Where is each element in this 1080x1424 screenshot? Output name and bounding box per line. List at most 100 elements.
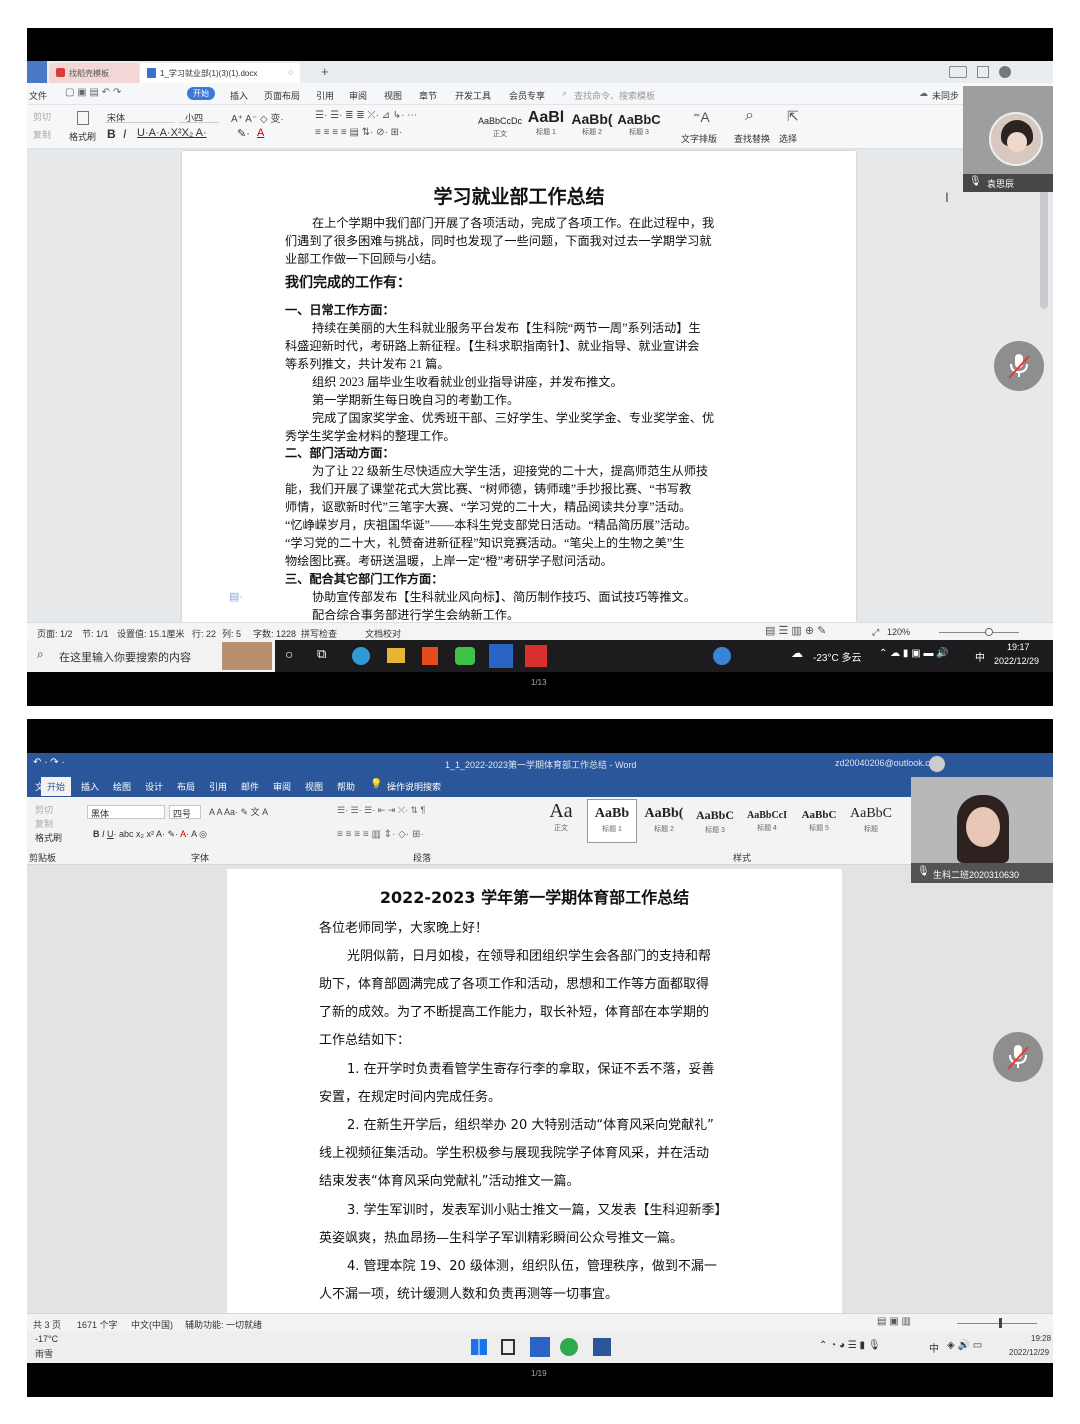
cursor-select-icon[interactable]: ⇱ bbox=[787, 108, 799, 125]
wechat-icon[interactable] bbox=[455, 647, 475, 665]
view-mode-icons[interactable]: ▤ ☰ ▥ ⊕ ✎ bbox=[765, 624, 826, 637]
format-painter-button[interactable]: 格式刷 bbox=[35, 831, 62, 844]
tab-design[interactable]: 设计 bbox=[145, 780, 163, 793]
chrome-icon[interactable] bbox=[560, 1338, 578, 1356]
new-tab-button[interactable]: + bbox=[321, 64, 329, 79]
tray-icons[interactable]: ⌃ ☁ ▮ ▣ ▬ 🔊 bbox=[879, 648, 949, 659]
tab-references[interactable]: 引用 bbox=[209, 780, 227, 793]
layout-icon[interactable] bbox=[949, 66, 967, 78]
tab-help[interactable]: 帮助 bbox=[337, 780, 355, 793]
tab-template[interactable]: 找稻壳模板 bbox=[49, 63, 139, 83]
font-format-icons[interactable]: B I U· abc x₂ x² A· ✎· A· A ◎ bbox=[93, 829, 207, 840]
menu-home[interactable]: 开始 bbox=[187, 87, 215, 100]
microphone-button[interactable] bbox=[993, 1032, 1043, 1082]
cortana-icon[interactable]: ○ bbox=[285, 646, 293, 662]
font-grow-icons[interactable]: A A Aa· ✎ 文 A bbox=[209, 805, 268, 818]
grid-icon[interactable] bbox=[977, 66, 989, 78]
select-button[interactable]: 选择 bbox=[779, 132, 797, 145]
style-normal[interactable]: AaBbCcDc 正文 bbox=[477, 107, 523, 147]
style-normal[interactable]: Aa 正文 bbox=[537, 799, 585, 843]
close-icon[interactable]: ○ bbox=[288, 67, 293, 77]
fit-icon[interactable]: ⤢ bbox=[872, 627, 879, 638]
tab-draw[interactable]: 绘图 bbox=[113, 780, 131, 793]
status-pages[interactable]: 共 3 页 bbox=[33, 1318, 61, 1331]
document-page[interactable]: 2022-2023 学年第一学期体育部工作总结 各位老师同学，大家晚上好！ 光阴… bbox=[227, 869, 842, 1313]
text-layout-button[interactable]: 文字排版 bbox=[681, 132, 717, 145]
ime-indicator[interactable]: 中 bbox=[929, 1340, 939, 1355]
menu-insert[interactable]: 插入 bbox=[230, 89, 248, 102]
menu-member[interactable]: 会员专享 bbox=[509, 89, 545, 102]
style-heading-2[interactable]: AaBb( 标题 2 bbox=[569, 107, 615, 147]
proofread-button[interactable]: 文档校对 bbox=[365, 627, 401, 640]
text-layout-icon[interactable]: ⁼A bbox=[693, 109, 710, 126]
weather-temp[interactable]: -17°C bbox=[35, 1334, 58, 1344]
tab-mailings[interactable]: 邮件 bbox=[241, 780, 259, 793]
clock-date[interactable]: 2022/12/29 bbox=[994, 656, 1039, 666]
clock-date[interactable]: 2022/12/29 bbox=[1009, 1348, 1049, 1357]
status-page[interactable]: 页面: 1/2 bbox=[37, 627, 73, 640]
vertical-scrollbar[interactable] bbox=[1040, 189, 1048, 309]
account-avatar[interactable] bbox=[929, 756, 945, 772]
document-page[interactable]: 学习就业部工作总结 在上个学期中我们部门开展了各项活动，完成了各项工作。在此过程… bbox=[182, 151, 856, 622]
ime-indicator[interactable]: 中 bbox=[975, 649, 985, 664]
zoom-slider-thumb[interactable] bbox=[999, 1318, 1002, 1328]
tab-insert[interactable]: 插入 bbox=[81, 780, 99, 793]
style-heading-1[interactable]: AaBl 标题 1 bbox=[523, 107, 569, 147]
align-icons[interactable]: ≡ ≡ ≡ ≡ ▤ ⇅· ⊘· ⊞· bbox=[315, 127, 402, 138]
avatar-icon[interactable] bbox=[999, 66, 1011, 78]
style-heading-2[interactable]: AaBb( 标题 2 bbox=[639, 799, 689, 843]
spell-check-button[interactable]: 拼写检查 bbox=[301, 627, 337, 640]
list-icons[interactable]: ☰· ☰· ≣ ≣ ⤫· ⊿ ↳· ⋯ bbox=[315, 110, 417, 121]
tell-me-search[interactable]: 操作说明搜索 bbox=[387, 780, 441, 793]
copy-button[interactable]: 复制 bbox=[35, 817, 53, 830]
font-size-select[interactable]: 四号 bbox=[169, 805, 201, 819]
font-name-select[interactable]: 宋体 bbox=[105, 110, 175, 123]
menu-developer[interactable]: 开发工具 bbox=[455, 89, 491, 102]
tab-document[interactable]: 1_学习就业部(1)(3)(1).docx ○ bbox=[140, 63, 300, 83]
tab-layout[interactable]: 布局 bbox=[177, 780, 195, 793]
quick-access-icons[interactable]: ▢ ▣ ▤ ↶ ↷ bbox=[65, 87, 121, 98]
network-sound-icons[interactable]: ◈ 🔊 ▭ bbox=[947, 1340, 982, 1351]
windows-start-icon[interactable] bbox=[471, 1339, 487, 1355]
tab-view[interactable]: 视图 bbox=[305, 780, 323, 793]
style-heading-5[interactable]: AaBbC 标题 5 bbox=[795, 799, 843, 843]
underline-icon[interactable]: U·A·A·X²X₂ A· bbox=[137, 127, 207, 139]
zoom-slider[interactable] bbox=[957, 1323, 1037, 1324]
cut-button[interactable]: 剪切 bbox=[35, 803, 53, 816]
format-brush-button[interactable]: 格式刷 bbox=[69, 130, 96, 143]
style-heading-1[interactable]: AaBb 标题 1 bbox=[587, 799, 637, 843]
menu-view[interactable]: 视图 bbox=[384, 89, 402, 102]
list-icons[interactable]: ☰· ☰· ☰· ⇤ ⇥ ⤫· ⇅ ¶ bbox=[337, 805, 425, 816]
task-view-icon[interactable] bbox=[501, 1339, 515, 1355]
taskbar-search[interactable]: ⌕ 在这里输入你要搜索的内容 bbox=[27, 640, 275, 672]
account-email[interactable]: zd20040206@outlook.com bbox=[835, 758, 942, 768]
highlight-icon[interactable]: ✎· bbox=[237, 127, 250, 140]
menu-file[interactable]: 文件 bbox=[29, 89, 47, 102]
style-heading-4[interactable]: AaBbCcI 标题 4 bbox=[741, 799, 793, 843]
menu-review[interactable]: 审阅 bbox=[349, 89, 367, 102]
clock-time[interactable]: 19:17 bbox=[1007, 642, 1030, 652]
menu-chapter[interactable]: 章节 bbox=[419, 89, 437, 102]
task-view-icon[interactable]: ⧉ bbox=[317, 646, 326, 662]
word-taskbar-icon[interactable] bbox=[593, 1338, 611, 1356]
meeting-app-icon[interactable] bbox=[530, 1337, 550, 1357]
edge-icon[interactable] bbox=[352, 647, 370, 665]
status-language[interactable]: 中文(中国) bbox=[131, 1318, 173, 1331]
clock-time[interactable]: 19:28 bbox=[1031, 1334, 1051, 1343]
wps-taskbar-icon[interactable] bbox=[525, 645, 547, 667]
menu-references[interactable]: 引用 bbox=[316, 89, 334, 102]
font-size-adjust-icons[interactable]: A⁺ A⁻ ◇ 变· bbox=[231, 110, 284, 125]
zoom-level[interactable]: 120% bbox=[887, 627, 910, 637]
status-words[interactable]: 1671 个字 bbox=[77, 1318, 118, 1331]
menu-page-layout[interactable]: 页面布局 bbox=[264, 89, 300, 102]
file-explorer-icon[interactable] bbox=[387, 648, 405, 663]
style-title[interactable]: AaBbC 标题 bbox=[845, 799, 897, 843]
meeting-app-icon[interactable] bbox=[489, 644, 513, 668]
font-size-select[interactable]: 小四 bbox=[179, 110, 219, 123]
tray-icons[interactable]: ⌃ ◔ ◕ ☰ ▮ 🎙 bbox=[819, 1340, 881, 1351]
weather-text[interactable]: 雨雪 bbox=[35, 1347, 53, 1360]
microphone-button[interactable] bbox=[994, 341, 1044, 391]
view-mode-icons[interactable]: ▤ ▣ ▥ bbox=[877, 1316, 911, 1327]
paste-icon[interactable] bbox=[77, 111, 89, 125]
app-menu-block[interactable] bbox=[27, 61, 47, 83]
